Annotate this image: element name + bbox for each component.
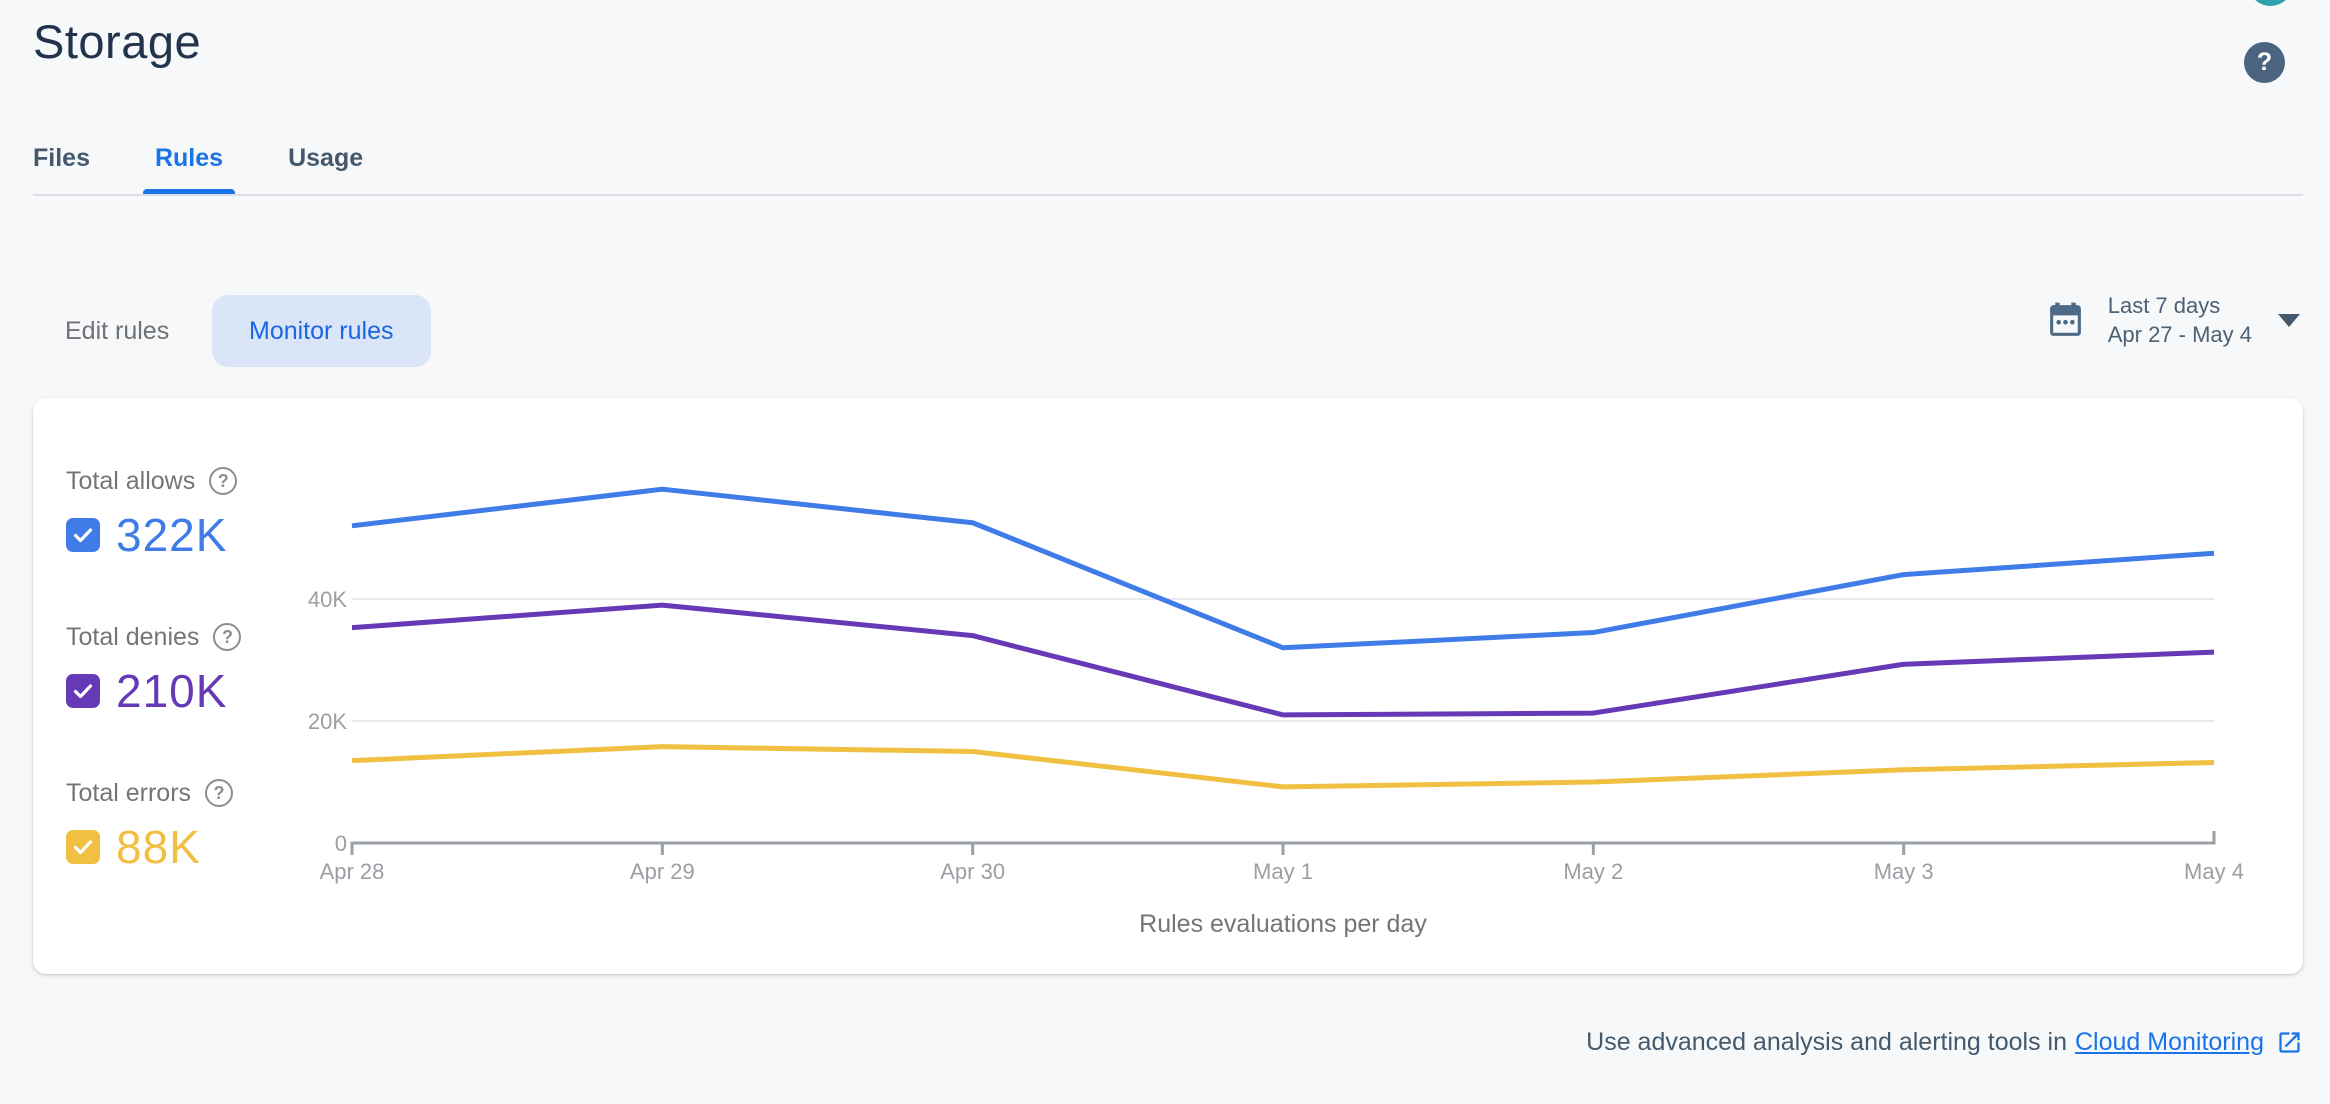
- legend-checkbox-0[interactable]: [66, 518, 100, 552]
- svg-text:20K: 20K: [308, 709, 347, 734]
- caret-down-icon: [2278, 314, 2300, 327]
- svg-text:Apr 30: Apr 30: [940, 859, 1005, 884]
- check-icon: [73, 684, 93, 699]
- avatar[interactable]: [2248, 0, 2293, 6]
- legend-checkbox-2[interactable]: [66, 830, 100, 864]
- legend-value-2: 88K: [116, 821, 201, 873]
- monitor-rules-button[interactable]: Monitor rules: [212, 295, 431, 367]
- legend-entry-denies: Total denies ? 210K: [66, 620, 316, 718]
- svg-text:0: 0: [335, 831, 347, 856]
- svg-text:May 1: May 1: [1253, 859, 1313, 884]
- legend-label: Total denies: [66, 622, 200, 651]
- check-icon: [73, 840, 93, 855]
- legend-value-0: 322K: [116, 509, 228, 561]
- svg-text:May 4: May 4: [2184, 859, 2244, 884]
- check-icon: [73, 528, 93, 543]
- chart-caption: Rules evaluations per day: [1139, 910, 1427, 938]
- footer-text: Use advanced analysis and alerting tools…: [1586, 1028, 2067, 1056]
- svg-text:Apr 28: Apr 28: [320, 859, 385, 884]
- tab-bar: Files Rules Usage: [33, 138, 2330, 196]
- date-preset-label: Last 7 days: [2107, 293, 2221, 318]
- tab-rules[interactable]: Rules: [142, 138, 236, 196]
- question-mark-icon: ?: [2256, 48, 2273, 76]
- tab-files[interactable]: Files: [33, 138, 90, 196]
- svg-text:Apr 29: Apr 29: [630, 859, 695, 884]
- help-icon[interactable]: ?: [205, 779, 234, 807]
- page-title: Storage: [33, 15, 202, 68]
- line-chart: 0 20K 40K Apr 28 Apr 29 Apr 30 May 1 May 2 May 3…: [308, 486, 2244, 884]
- svg-text:May 3: May 3: [1874, 859, 1934, 884]
- date-range-label: Apr 27 - May 4: [2107, 322, 2252, 347]
- footer-note: Use advanced analysis and alerting tools…: [1586, 1028, 2303, 1057]
- date-range-text: Last 7 days Apr 27 - May 4: [2108, 293, 2252, 348]
- monitor-rules-card: Total allows ? 322K Total denies ? 210K: [33, 398, 2303, 974]
- legend-entry-errors: Total errors ? 88K: [66, 776, 316, 874]
- tab-divider: [33, 194, 2303, 196]
- legend-label: Total errors: [66, 778, 192, 807]
- legend-value-1: 210K: [116, 665, 228, 717]
- calendar-icon: [2049, 302, 2081, 336]
- legend-label: Total allows: [66, 466, 196, 495]
- edit-rules-button[interactable]: Edit rules: [65, 295, 169, 367]
- svg-text:40K: 40K: [308, 587, 347, 612]
- external-link-icon: [2279, 1032, 2300, 1053]
- tab-usage[interactable]: Usage: [288, 138, 363, 196]
- help-icon[interactable]: ?: [209, 467, 238, 495]
- help-button[interactable]: ?: [2244, 42, 2285, 83]
- svg-text:May 2: May 2: [1563, 859, 1623, 884]
- legend-entry-allows: Total allows ? 322K: [66, 464, 316, 562]
- date-range-picker[interactable]: Last 7 days Apr 27 - May 4: [2045, 293, 2300, 348]
- help-icon[interactable]: ?: [213, 623, 242, 651]
- legend-checkbox-1[interactable]: [66, 674, 100, 708]
- chart-legend: Total allows ? 322K Total denies ? 210K: [66, 464, 316, 932]
- cloud-monitoring-link[interactable]: Cloud Monitoring: [2075, 1028, 2264, 1057]
